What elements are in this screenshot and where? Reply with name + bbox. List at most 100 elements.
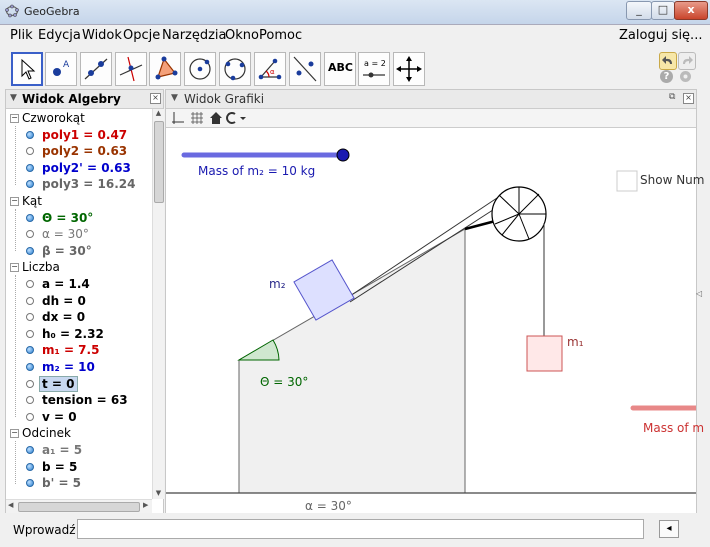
visibility-on-icon[interactable] [26,130,34,139]
polygon-tool-button[interactable] [149,52,181,86]
minimize-button[interactable]: _ [626,1,652,20]
algebra-item[interactable]: poly2' = 0.63 [6,160,152,176]
graphics-close-icon[interactable]: × [683,93,694,104]
collapse-arrow-icon[interactable]: ▼ [171,93,178,103]
visibility-off-icon[interactable] [26,329,34,338]
algebra-item-value: poly1 = 0.47 [42,127,128,142]
show-num-checkbox[interactable] [616,170,638,192]
algebra-item[interactable]: v = 0 [6,409,152,425]
visibility-on-icon[interactable] [26,346,34,355]
visibility-off-icon[interactable] [26,313,34,322]
algebra-scroll-thumb[interactable] [154,121,164,203]
algebra-hscroll-thumb[interactable] [18,502,140,512]
perpendicular-tool-button[interactable] [115,52,147,86]
point-capture-icon[interactable] [226,111,248,125]
collapse-minus-icon[interactable]: − [10,429,19,439]
slider-tool-button[interactable]: a = 2 [358,52,390,86]
help-icon[interactable]: ? [660,70,673,83]
visibility-on-icon[interactable] [26,363,34,371]
algebra-item[interactable]: b' = 5 [6,475,152,491]
visibility-off-icon[interactable] [26,280,34,288]
circle-tool-button[interactable] [184,52,216,86]
visibility-on-icon[interactable] [26,479,34,488]
scroll-up-icon[interactable]: ▲ [154,109,163,118]
menu-bar: Plik Edycja Widok Opcje Narzędzia Okno P… [0,25,710,47]
algebra-item[interactable]: poly1 = 0.47 [6,127,152,143]
scroll-down-icon[interactable]: ▼ [154,489,163,498]
text-tool-button[interactable]: ABC [324,52,356,86]
algebra-item[interactable]: m₂ = 10 [6,359,152,375]
login-link[interactable]: Zaloguj się... [619,28,702,43]
collapse-arrow-icon[interactable]: ▼ [10,93,17,103]
algebra-item[interactable]: b = 5 [6,459,152,475]
visibility-off-icon[interactable] [26,412,34,421]
collapse-minus-icon[interactable]: − [10,263,19,273]
close-button[interactable]: x [674,1,708,20]
window-title: GeoGebra [24,5,80,18]
tree-line [15,126,16,185]
input-help-icon[interactable]: ◂ [659,520,679,538]
algebra-item[interactable]: poly3 = 16.24 [6,176,152,192]
algebra-item[interactable]: m₁ = 7.5 [6,342,152,358]
algebra-horizontal-scrollbar[interactable]: ◀ ▶ [6,499,152,513]
algebra-item[interactable]: β = 30° [6,243,152,259]
maximize-button[interactable]: □ [651,1,675,20]
undo-button[interactable] [659,52,677,70]
move-view-tool-button[interactable] [393,52,425,86]
visibility-on-icon[interactable] [26,180,34,189]
menu-narzedzia[interactable]: Narzędzia [162,28,227,43]
visibility-on-icon[interactable] [26,213,34,222]
menu-opcje[interactable]: Opcje [123,28,160,43]
input-field[interactable] [77,519,644,539]
angle-tool-button[interactable]: α [254,52,286,86]
visibility-off-icon[interactable] [26,147,34,156]
graphics-canvas[interactable] [166,128,696,513]
visibility-on-icon[interactable] [26,246,34,255]
menu-okno[interactable]: Okno [225,28,259,43]
mass-m2-slider-label: Mass of m₂ = 10 kg [198,164,316,178]
mass-m1-block[interactable] [526,335,563,372]
gear-icon[interactable] [679,70,692,83]
visibility-off-icon[interactable] [26,379,34,388]
grid-toggle-icon[interactable] [190,111,204,125]
visibility-on-icon[interactable] [26,446,34,454]
visibility-on-icon[interactable] [26,462,34,471]
conic-tool-button[interactable] [219,52,251,86]
move-tool-button[interactable] [11,52,43,86]
algebra-item[interactable]: a = 1.4 [6,276,152,292]
collapse-minus-icon[interactable]: − [10,197,19,206]
algebra-group-name: Kąt [22,194,42,208]
scroll-right-icon[interactable]: ▶ [143,501,148,509]
expand-panel-icon[interactable]: ◁ [696,289,702,298]
visibility-on-icon[interactable] [26,163,34,172]
algebra-item[interactable]: a₁ = 5 [6,442,152,458]
algebra-item[interactable]: poly2 = 0.63 [6,143,152,159]
algebra-item[interactable]: tension = 63 [6,392,152,408]
menu-edycja[interactable]: Edycja [38,28,81,43]
visibility-off-icon[interactable] [26,396,34,405]
algebra-item[interactable]: Θ = 30° [6,210,152,226]
visibility-off-icon[interactable] [26,296,34,305]
algebra-vertical-scrollbar[interactable]: ▲ ▼ [152,109,164,499]
reflect-tool-button[interactable] [289,52,321,86]
algebra-item[interactable]: h₀ = 2.32 [6,326,152,342]
algebra-close-icon[interactable]: × [150,93,161,104]
algebra-item[interactable]: dh = 0 [6,293,152,309]
visibility-off-icon[interactable] [26,230,34,239]
redo-button[interactable] [678,52,696,70]
axes-toggle-icon[interactable] [171,111,185,125]
collapse-minus-icon[interactable]: − [10,114,19,123]
algebra-item[interactable]: t = 0 [6,375,152,392]
menu-plik[interactable]: Plik [10,28,33,43]
point-tool-button[interactable]: A [45,52,77,86]
algebra-item[interactable]: dx = 0 [6,309,152,325]
undock-icon[interactable]: ⧉ [669,92,675,102]
algebra-item[interactable]: α = 30° [6,226,152,242]
line-tool-button[interactable] [80,52,112,86]
scroll-left-icon[interactable]: ◀ [8,501,13,509]
home-icon[interactable] [209,111,223,125]
menu-pomoc[interactable]: Pomoc [259,28,302,43]
algebra-item-value: dh = 0 [42,293,86,308]
mass-m2-slider-knob[interactable] [336,148,350,162]
menu-widok[interactable]: Widok [82,28,122,43]
